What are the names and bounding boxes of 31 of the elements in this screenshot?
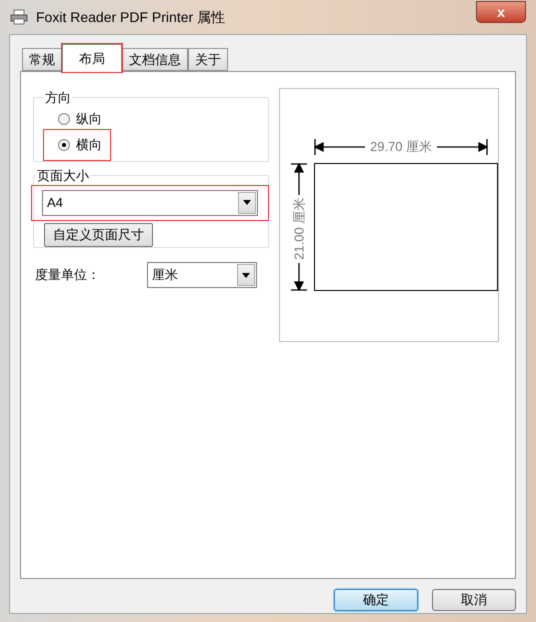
dropdown-value: 厘米 xyxy=(152,266,179,284)
group-title: 方向 xyxy=(44,89,72,107)
window-title: Foxit Reader PDF Printer 属性 xyxy=(36,8,226,26)
radio-label: 横向 xyxy=(76,136,102,154)
group-title: 页面大小 xyxy=(36,167,90,185)
tab[interactable]: 关于 xyxy=(188,48,228,71)
page-size-dropdown[interactable]: A4 xyxy=(42,190,258,216)
height-label: 21.00 厘米 xyxy=(290,198,308,260)
radio-button[interactable] xyxy=(58,112,70,124)
width-arrow-left xyxy=(314,137,366,157)
height-arrow-top xyxy=(289,163,309,195)
close-button[interactable]: x xyxy=(476,1,526,23)
dialog-button[interactable]: 确定 xyxy=(334,589,418,611)
radio-button[interactable] xyxy=(58,138,70,150)
tab[interactable]: 文档信息 xyxy=(122,48,188,71)
printer-icon xyxy=(10,9,28,25)
tab[interactable]: 常规 xyxy=(22,48,62,71)
custom-size-button[interactable]: 自定义页面尺寸 xyxy=(44,222,153,246)
width-arrow-right xyxy=(436,137,488,157)
height-arrow-bottom xyxy=(289,263,309,291)
units-label: 度量单位： xyxy=(34,266,101,284)
units-dropdown[interactable]: 厘米 xyxy=(147,262,257,288)
radio-label: 纵向 xyxy=(76,110,102,128)
dialog-button[interactable]: 取消 xyxy=(432,589,516,611)
dropdown-value: A4 xyxy=(47,194,64,212)
width-label: 29.70 厘米 xyxy=(370,138,432,156)
tab[interactable]: 布局 xyxy=(62,44,122,72)
radio-option[interactable]: 纵向 xyxy=(44,108,108,130)
caret-icon xyxy=(242,272,250,278)
radio-option[interactable]: 横向 xyxy=(44,130,110,160)
caret-icon xyxy=(243,200,251,205)
